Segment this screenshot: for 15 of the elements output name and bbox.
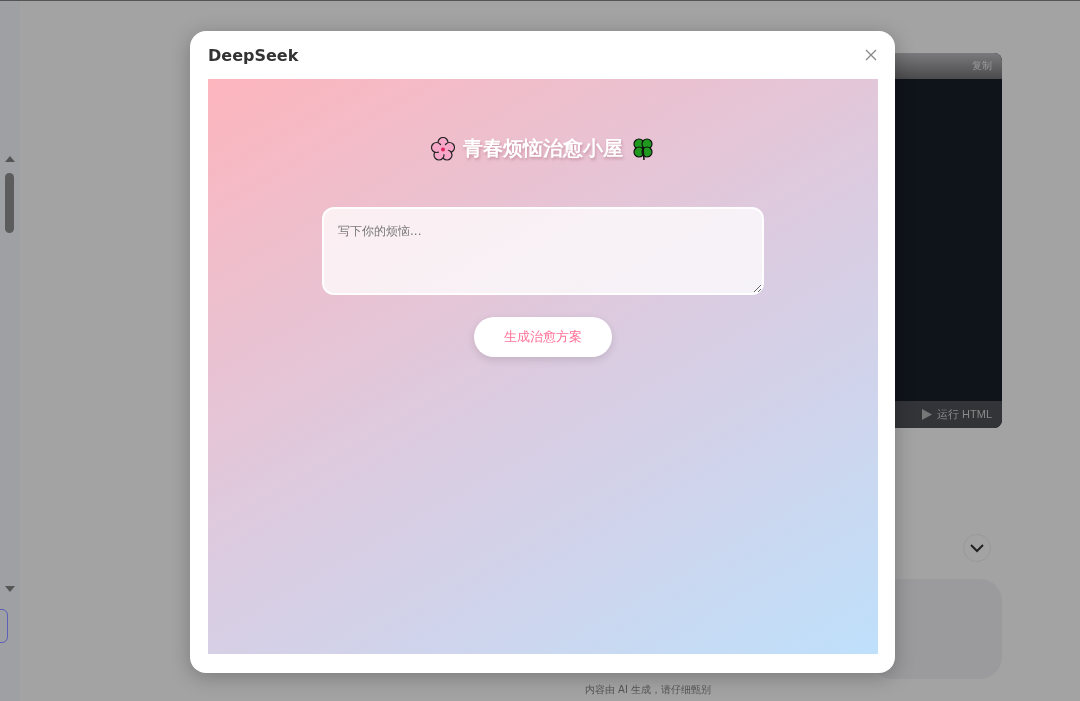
generate-button[interactable]: 生成治愈方案: [474, 317, 612, 357]
flower-icon: [431, 136, 455, 161]
scrollbar-thumb[interactable]: [5, 173, 14, 233]
chevron-down-icon: [970, 543, 984, 553]
play-icon: [922, 409, 932, 420]
scroll-down-button[interactable]: [963, 534, 991, 562]
scroll-up-icon[interactable]: [5, 156, 15, 162]
worry-input-field[interactable]: 写下你的烦恼...: [322, 207, 764, 295]
close-icon: [865, 49, 877, 61]
dialog-title: DeepSeek: [208, 45, 299, 65]
app-heading: 青春烦恼治愈小屋: [463, 135, 623, 162]
scroll-down-icon[interactable]: [5, 586, 15, 592]
disclaimer-text: 内容由 AI 生成，请仔细甄别: [583, 683, 713, 697]
clover-icon: [631, 136, 655, 161]
close-button[interactable]: [863, 47, 879, 63]
